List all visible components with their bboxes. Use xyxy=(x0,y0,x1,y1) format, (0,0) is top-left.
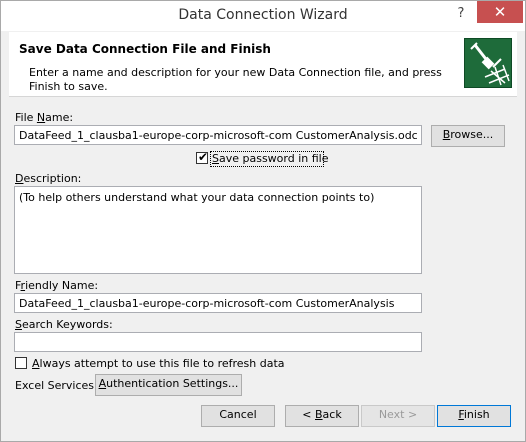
wizard-header: Save Data Connection File and Finish Ent… xyxy=(9,32,517,97)
always-attempt-checkbox[interactable] xyxy=(15,357,27,369)
dialog-window: Data Connection Wizard ? ✕ Save Data Con… xyxy=(0,0,526,442)
always-attempt-label[interactable]: Always attempt to use this file to refre… xyxy=(32,357,285,370)
title-bar: Data Connection Wizard ? ✕ xyxy=(1,1,525,31)
friendly-name-label: Friendly Name: xyxy=(15,279,99,292)
file-name-input[interactable]: DataFeed_1_clausba1-europe-corp-microsof… xyxy=(14,125,422,145)
page-description: Enter a name and description for your ne… xyxy=(29,66,442,93)
search-keywords-input[interactable] xyxy=(14,332,422,352)
close-button[interactable]: ✕ xyxy=(477,1,523,23)
next-button[interactable]: Next > xyxy=(361,405,435,427)
help-button[interactable]: ? xyxy=(447,3,475,25)
cancel-button[interactable]: Cancel xyxy=(201,405,275,427)
help-icon: ? xyxy=(457,6,465,21)
browse-button[interactable]: Browse... xyxy=(431,125,505,147)
authentication-settings-button[interactable]: Authentication Settings... xyxy=(95,374,242,396)
connection-wizard-icon xyxy=(464,38,512,88)
file-name-label: File Name: xyxy=(15,111,74,124)
check-mark-icon: ✔ xyxy=(198,150,209,164)
page-title: Save Data Connection File and Finish xyxy=(19,42,271,56)
description-textarea[interactable]: (To help others understand what your dat… xyxy=(14,186,422,274)
finish-button[interactable]: Finish xyxy=(437,405,511,427)
description-label: Description: xyxy=(15,172,82,185)
back-button[interactable]: < Back xyxy=(285,405,359,427)
friendly-name-input[interactable]: DataFeed_1_clausba1-europe-corp-microsof… xyxy=(14,293,422,313)
save-password-label[interactable]: Save password in file xyxy=(212,152,329,165)
search-keywords-label: Search Keywords: xyxy=(15,318,113,331)
close-icon: ✕ xyxy=(493,3,507,21)
save-password-checkbox[interactable]: ✔ xyxy=(196,150,209,164)
excel-services-label: Excel Services: xyxy=(15,379,98,392)
